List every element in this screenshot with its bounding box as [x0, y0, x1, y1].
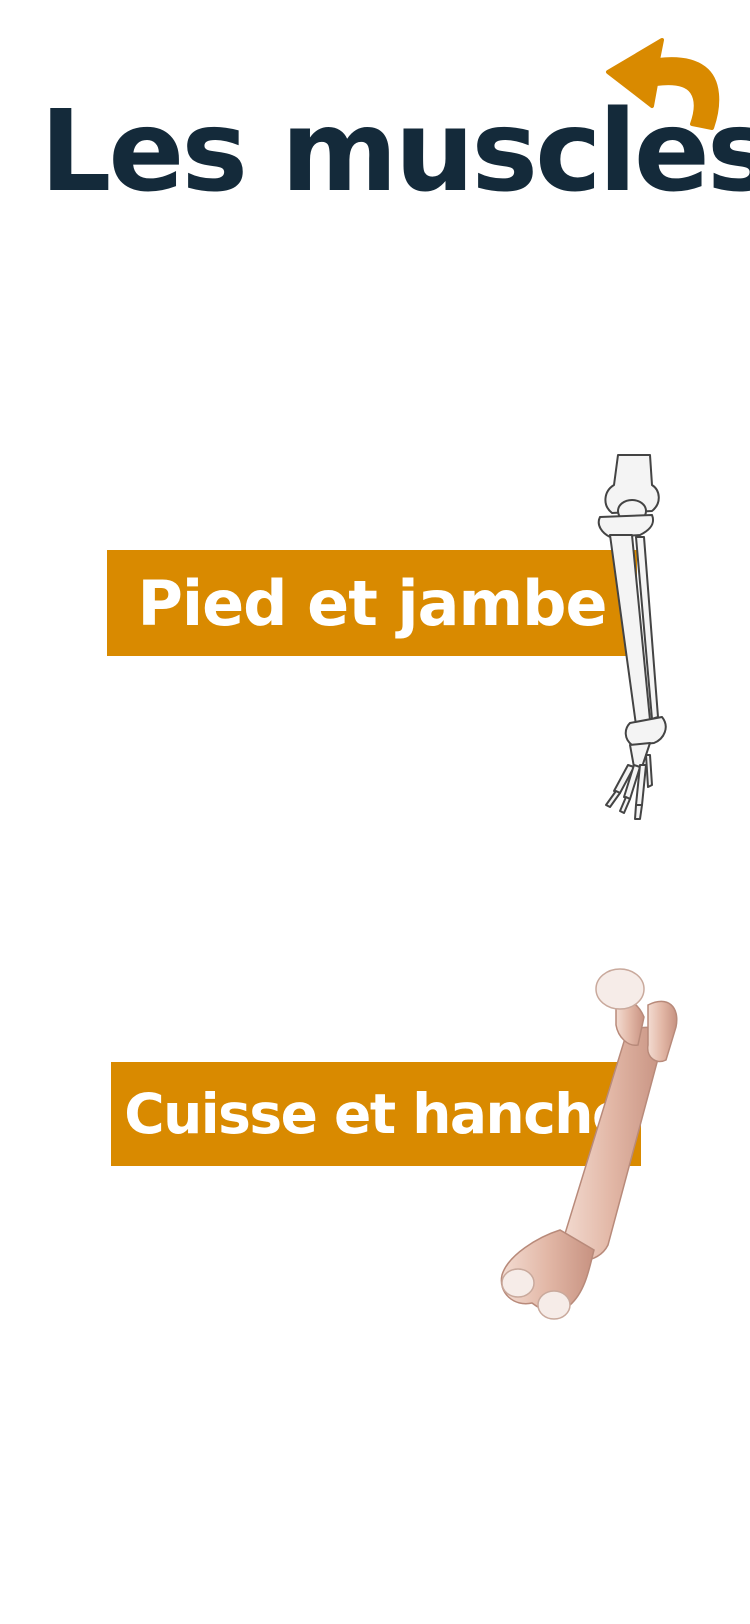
- femur-bone-icon: [498, 965, 703, 1330]
- category-foot-leg[interactable]: Pied et jambe: [0, 0, 750, 820]
- leg-skeleton-icon: [590, 454, 705, 820]
- category-label-foot-leg: Pied et jambe: [107, 550, 637, 656]
